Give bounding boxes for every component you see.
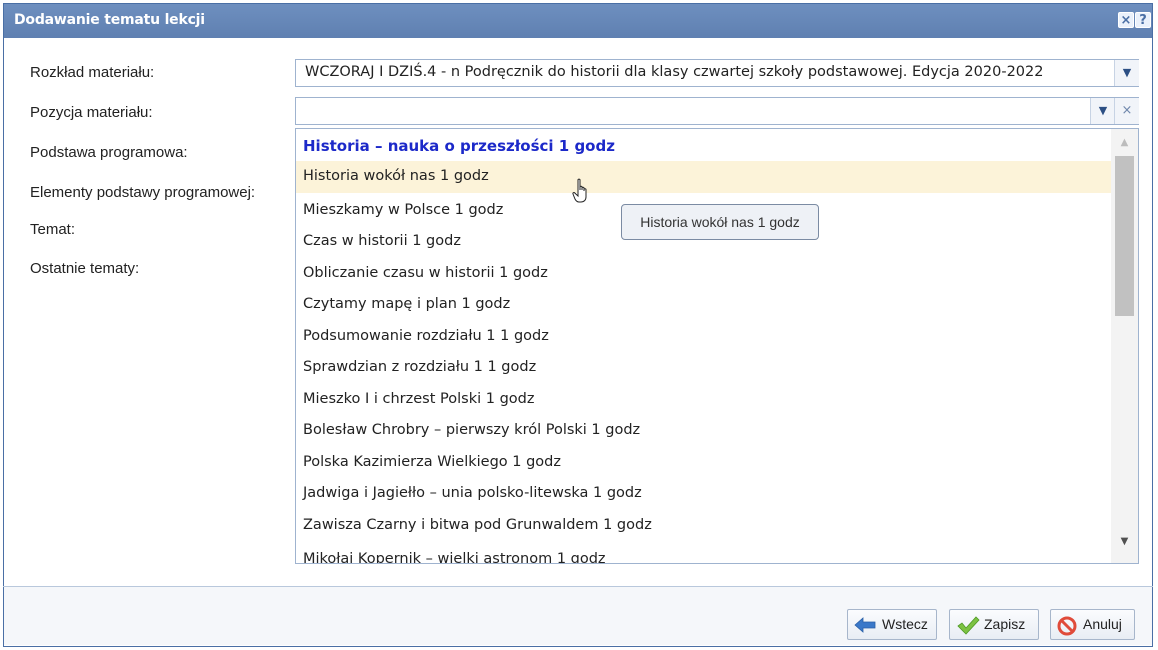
dropdown-item-hovered[interactable]: Historia wokół nas 1 godz [296,161,1111,193]
rozklad-materialu-select[interactable]: WCZORAJ I DZIŚ.4 - n Podręcznik do histo… [295,59,1139,87]
dropdown-item[interactable]: Obliczanie czasu w historii 1 godz [296,258,1111,290]
dialog-title-bar[interactable]: Dodawanie tematu lekcji × ? [4,4,1152,38]
pozycja-materialu-select[interactable]: ▼ × [295,97,1139,125]
dropdown-item[interactable]: Mieszko I i chrzest Polski 1 godz [296,384,1111,416]
label-pozycja-materialu: Pozycja materiału: [30,104,153,121]
dropdown-item[interactable]: Zawisza Czarny i bitwa pod Grunwaldem 1 … [296,510,1111,542]
dropdown-item[interactable]: Podsumowanie rozdziału 1 1 godz [296,321,1111,353]
hand-cursor-icon [572,178,587,203]
dropdown-scrollbar[interactable]: ▲ ▼ [1111,129,1138,563]
dialog-title: Dodawanie tematu lekcji [14,12,205,28]
label-ostatnie-tematy: Ostatnie tematy: [30,260,140,277]
dropdown-item[interactable]: Mikołaj Kopernik – wielki astronom 1 god… [296,544,1111,563]
save-button[interactable]: Zapisz [949,609,1039,640]
back-button[interactable]: Wstecz [847,609,937,640]
scrollbar-thumb[interactable] [1115,156,1134,316]
save-button-label: Zapisz [984,616,1026,632]
dropdown-item[interactable]: Sprawdzian z rozdziału 1 1 godz [296,352,1111,384]
dropdown-item[interactable]: Jadwiga i Jagiełło – unia polsko-litewsk… [296,478,1111,510]
chevron-down-icon[interactable]: ▼ [1090,98,1115,124]
back-button-label: Wstecz [882,616,928,632]
cancel-button-label: Anuluj [1083,616,1122,632]
scroll-up-icon[interactable]: ▲ [1111,134,1138,152]
arrow-left-icon [854,617,876,633]
close-icon[interactable]: × [1118,12,1134,28]
scroll-down-icon[interactable]: ▼ [1111,533,1138,551]
help-icon[interactable]: ? [1135,12,1151,28]
item-tooltip: Historia wokół nas 1 godz [621,204,819,240]
checkmark-icon [957,616,980,635]
label-temat: Temat: [30,221,76,238]
dropdown-item[interactable]: Czytamy mapę i plan 1 godz [296,289,1111,321]
chevron-down-icon[interactable]: ▼ [1114,60,1139,86]
rozklad-materialu-value: WCZORAJ I DZIŚ.4 - n Podręcznik do histo… [305,64,1044,80]
cancel-button[interactable]: Anuluj [1050,609,1135,640]
pozycja-materialu-dropdown[interactable]: Historia – nauka o przeszłości 1 godz Hi… [295,128,1139,564]
label-podstawa-programowa: Podstawa programowa: [30,144,188,161]
dropdown-group-header[interactable]: Historia – nauka o przeszłości 1 godz [296,131,1111,163]
dropdown-item[interactable]: Bolesław Chrobry – pierwszy król Polski … [296,415,1111,447]
cancel-icon [1057,616,1077,636]
label-rozklad-materialu: Rozkład materiału: [30,64,155,81]
clear-icon[interactable]: × [1114,98,1139,124]
label-elementy-podstawy: Elementy podstawy programowej: [30,184,256,201]
dropdown-item[interactable]: Polska Kazimierza Wielkiego 1 godz [296,447,1111,479]
